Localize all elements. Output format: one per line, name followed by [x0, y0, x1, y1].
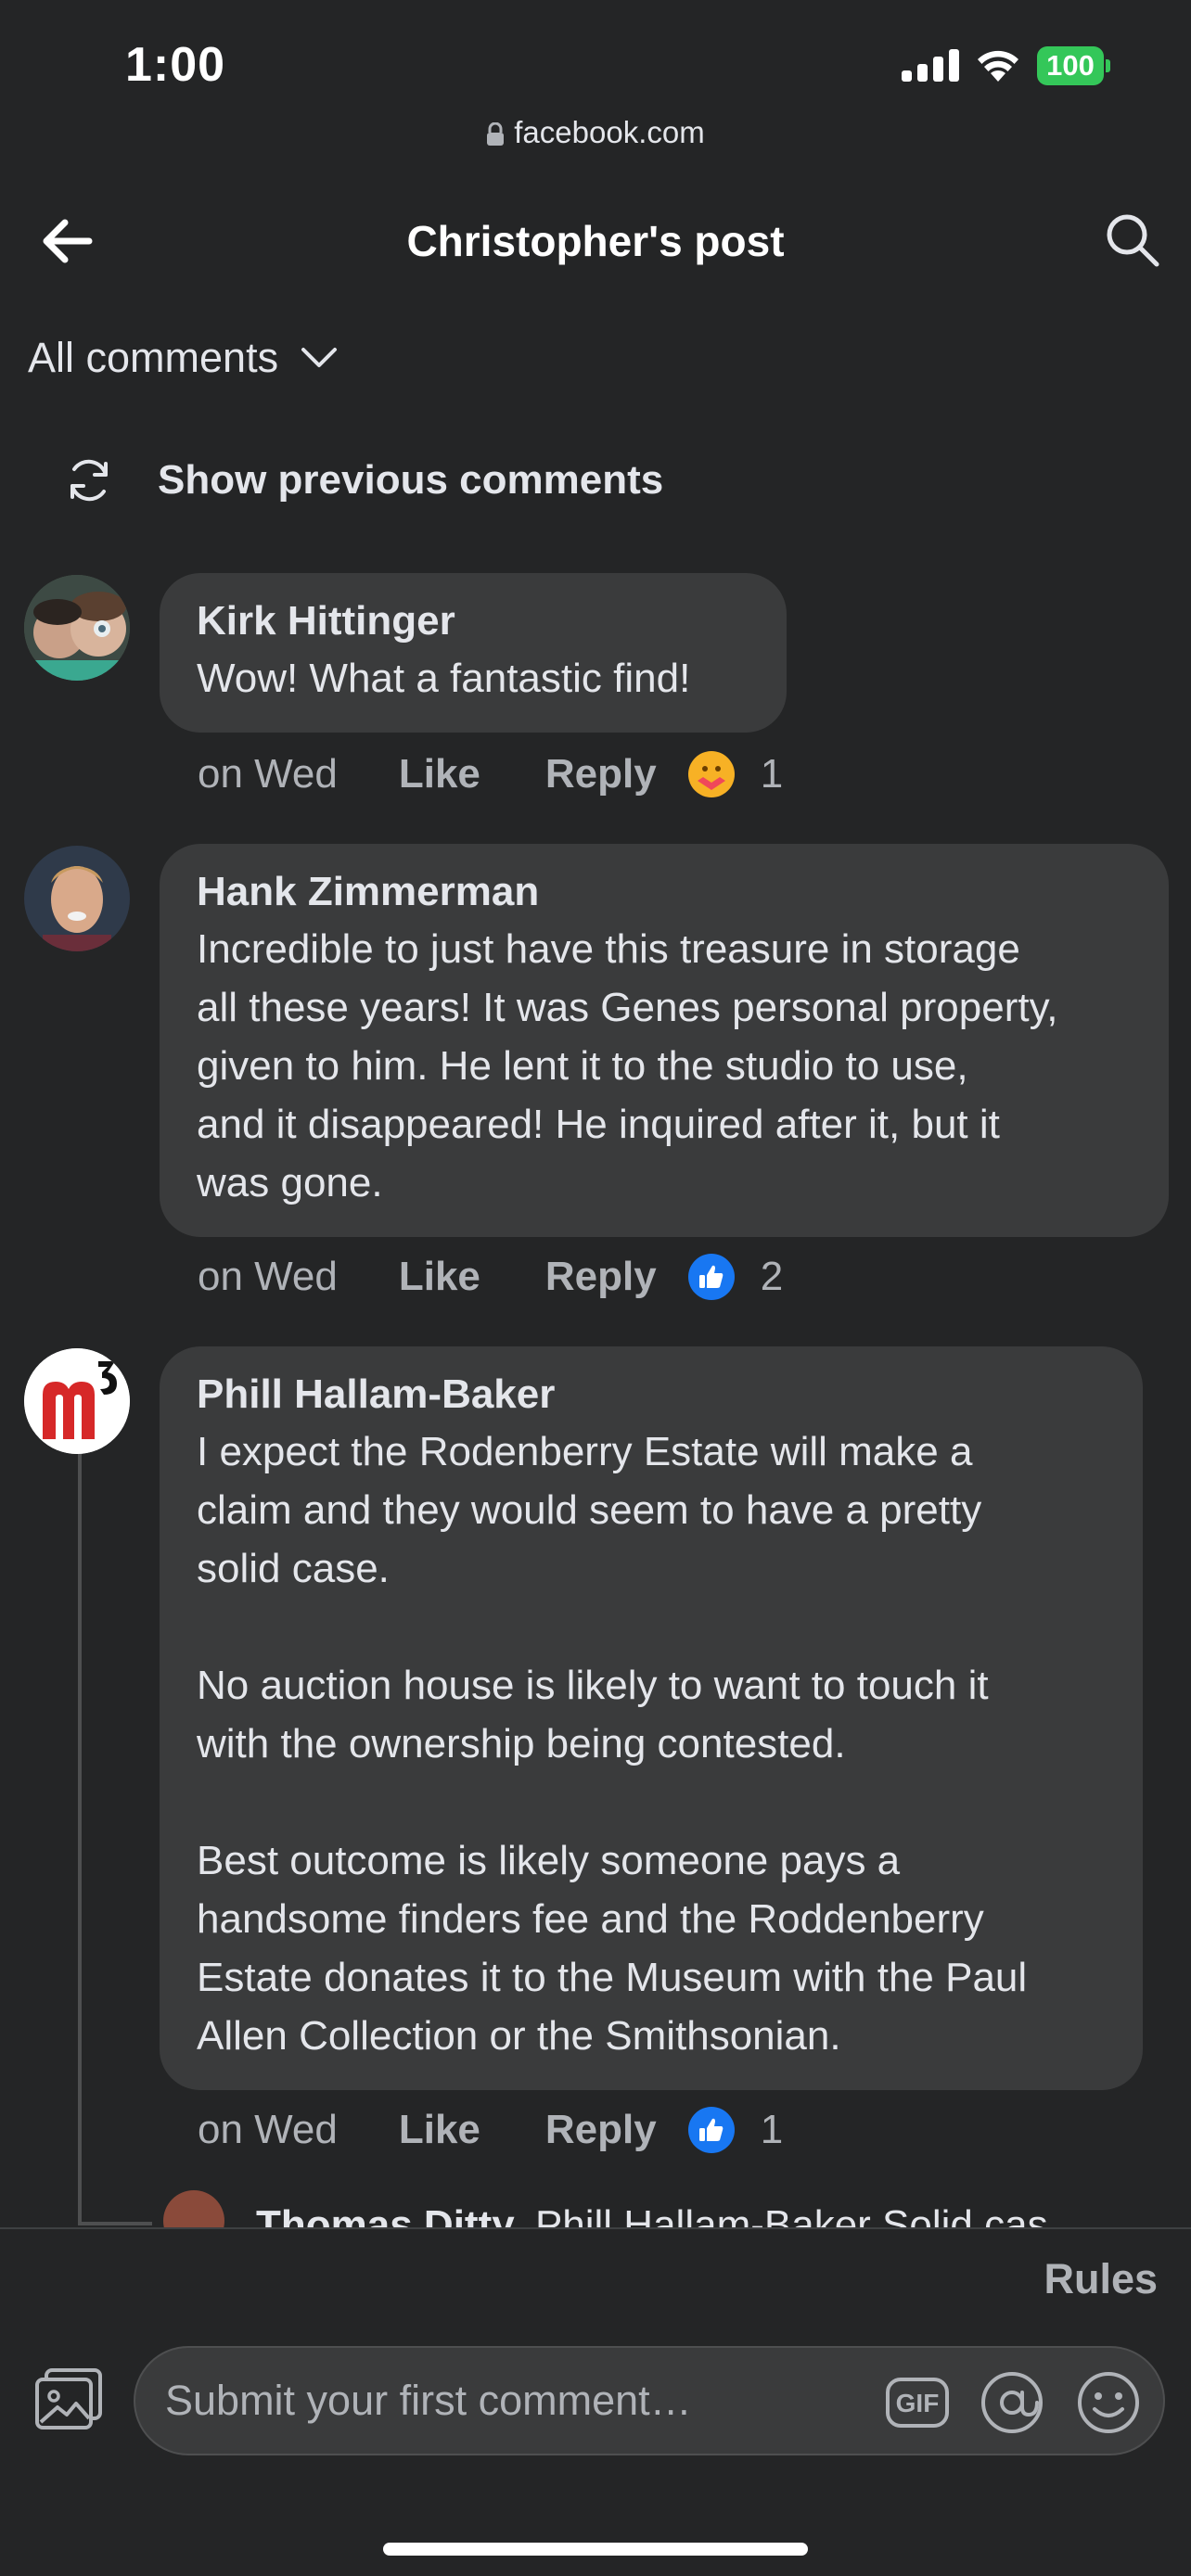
reply-author[interactable]: Thomas Ditty — [256, 2202, 515, 2227]
show-previous-comments-label: Show previous comments — [158, 457, 664, 503]
gif-button[interactable]: GIF — [885, 2370, 950, 2435]
emoji-icon[interactable] — [1076, 2370, 1141, 2435]
reaction-count[interactable]: 1 — [761, 751, 783, 797]
browser-url-bar[interactable]: facebook.com — [0, 115, 1191, 150]
status-time: 1:00 — [125, 38, 226, 92]
like-button[interactable]: Like — [399, 1254, 480, 1300]
reply-button[interactable]: Reply — [545, 751, 657, 797]
battery-icon: 100 — [1037, 46, 1111, 85]
show-previous-comments-button[interactable]: Show previous comments — [65, 456, 663, 504]
avatar[interactable] — [24, 846, 130, 951]
gif-label: GIF — [895, 2389, 940, 2417]
reply-thread-line — [78, 1454, 82, 2225]
comment-actions: on Wed Like Reply 1 — [198, 2107, 783, 2153]
m3-logo-avatar — [24, 1348, 130, 1454]
cellular-signal-icon — [902, 48, 959, 82]
comment-input[interactable] — [165, 2348, 870, 2454]
reply-thread-branch — [78, 2222, 152, 2225]
comment-bubble: Hank Zimmerman Incredible to just have t… — [160, 844, 1169, 1237]
search-icon[interactable] — [1104, 211, 1161, 269]
reaction-count[interactable]: 1 — [761, 2107, 783, 2153]
reply-button[interactable]: Reply — [545, 2107, 657, 2153]
rules-link[interactable]: Rules — [1044, 2255, 1158, 2303]
photo-icon[interactable] — [33, 2366, 104, 2431]
comment-text: Wow! What a fantastic find! — [197, 656, 691, 701]
reply-text: Phill Hallam-Baker Solid cas — [534, 2202, 1048, 2227]
url-text: facebook.com — [514, 115, 705, 149]
battery-level: 100 — [1046, 49, 1095, 82]
comment-time[interactable]: on Wed — [198, 751, 338, 797]
comment-input-container[interactable]: GIF — [134, 2346, 1165, 2455]
comment-author[interactable]: Kirk Hittinger — [197, 593, 749, 649]
wifi-icon — [978, 50, 1018, 82]
comment-actions: on Wed Like Reply 2 — [198, 1254, 783, 1300]
comment-time[interactable]: on Wed — [198, 2107, 338, 2153]
comment-text: Incredible to just have this treasure in… — [197, 926, 1058, 1205]
like-reaction-icon[interactable] — [687, 1254, 735, 1300]
like-button[interactable]: Like — [399, 751, 480, 797]
comment-filter-dropdown[interactable]: All comments — [28, 334, 338, 382]
page-title: Christopher's post — [406, 217, 785, 265]
comment-filter-label: All comments — [28, 334, 279, 381]
avatar[interactable] — [24, 1348, 130, 1454]
avatar-photo — [24, 846, 130, 951]
reaction-count[interactable]: 2 — [761, 1254, 783, 1300]
comment-bubble: Kirk Hittinger Wow! What a fantastic fin… — [160, 573, 787, 733]
comment-author[interactable]: Phill Hallam-Baker — [197, 1367, 1106, 1422]
comment-author[interactable]: Hank Zimmerman — [197, 864, 1132, 920]
avatar[interactable] — [24, 575, 130, 681]
lock-icon — [487, 122, 505, 147]
avatar[interactable] — [163, 2190, 224, 2227]
refresh-icon — [70, 459, 108, 502]
like-reaction-icon[interactable] — [687, 2107, 735, 2153]
avatar-photo — [24, 575, 130, 681]
comment-time[interactable]: on Wed — [198, 1254, 338, 1300]
like-button[interactable]: Like — [399, 2107, 480, 2153]
reply-preview[interactable]: Thomas Ditty Phill Hallam-Baker Solid ca… — [160, 2190, 1180, 2227]
mention-icon[interactable] — [980, 2370, 1044, 2435]
chevron-down-icon — [301, 348, 338, 367]
comment-bubble: Phill Hallam-Baker I expect the Rodenber… — [160, 1346, 1143, 2090]
comment-text: I expect the Rodenberry Estate will make… — [197, 1429, 1028, 2059]
care-reaction-icon[interactable] — [687, 751, 735, 797]
reply-button[interactable]: Reply — [545, 1254, 657, 1300]
comment-actions: on Wed Like Reply 1 — [198, 751, 783, 797]
home-indicator[interactable] — [383, 2543, 808, 2556]
